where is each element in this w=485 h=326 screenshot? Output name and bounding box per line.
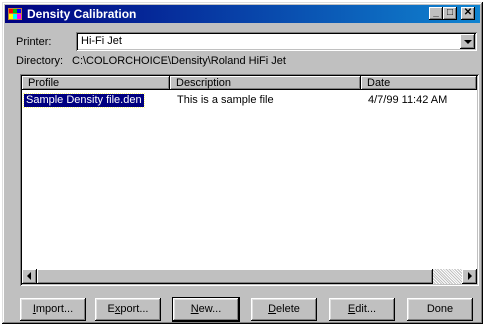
import-label-post: mport... <box>35 303 74 315</box>
arrow-left-icon <box>27 272 31 280</box>
done-label: Done <box>426 303 454 315</box>
printer-dropdown-button[interactable] <box>460 34 475 49</box>
directory-label: Directory: <box>16 55 64 67</box>
arrow-right-icon <box>468 272 472 280</box>
export-label-post: port... <box>120 303 149 315</box>
import-button[interactable]: Import... <box>20 298 86 321</box>
profile-list[interactable]: Profile Description Date Sample Density … <box>20 74 479 286</box>
new-accesskey: N <box>190 303 199 315</box>
close-button[interactable]: ✕ <box>461 7 475 20</box>
description-cell: This is a sample file <box>177 94 274 106</box>
column-header-date[interactable]: Date <box>361 76 477 90</box>
printer-label: Printer: <box>16 36 52 48</box>
density-calibration-window: Density Calibration _ □ ✕ Printer: Hi-Fi… <box>2 2 483 324</box>
scrollbar-thumb[interactable] <box>37 269 433 284</box>
chevron-down-icon <box>464 40 472 44</box>
title-bar[interactable]: Density Calibration _ □ ✕ <box>5 5 480 23</box>
done-button[interactable]: Done <box>407 298 473 321</box>
horizontal-scrollbar[interactable] <box>22 269 477 284</box>
column-header-profile[interactable]: Profile <box>22 76 170 90</box>
date-cell: 4/7/99 11:42 AM <box>368 94 448 106</box>
printer-value: Hi-Fi Jet <box>81 35 122 47</box>
directory-path: C:\COLORCHOICE\Density\Roland HiFi Jet <box>72 55 286 67</box>
export-label-pre: E <box>107 303 115 315</box>
export-button[interactable]: Export... <box>95 298 161 321</box>
edit-button[interactable]: Edit... <box>329 298 395 321</box>
minimize-button[interactable]: _ <box>429 7 443 20</box>
delete-accesskey: D <box>268 303 277 315</box>
column-header-description[interactable]: Description <box>170 76 361 90</box>
delete-label-post: elete <box>276 303 300 315</box>
scroll-left-button[interactable] <box>22 269 37 284</box>
delete-button[interactable]: Delete <box>251 298 317 321</box>
new-label-post: ew... <box>198 303 222 315</box>
maximize-button[interactable]: □ <box>443 7 457 20</box>
window-title: Density Calibration <box>27 7 137 21</box>
edit-label-post: dit... <box>355 303 377 315</box>
printer-select[interactable]: Hi-Fi Jet <box>76 32 477 51</box>
new-button[interactable]: New... <box>173 298 239 321</box>
profile-cell[interactable]: Sample Density file.den <box>23 93 145 108</box>
color-palette-icon <box>8 8 22 20</box>
scroll-right-button[interactable] <box>462 269 477 284</box>
